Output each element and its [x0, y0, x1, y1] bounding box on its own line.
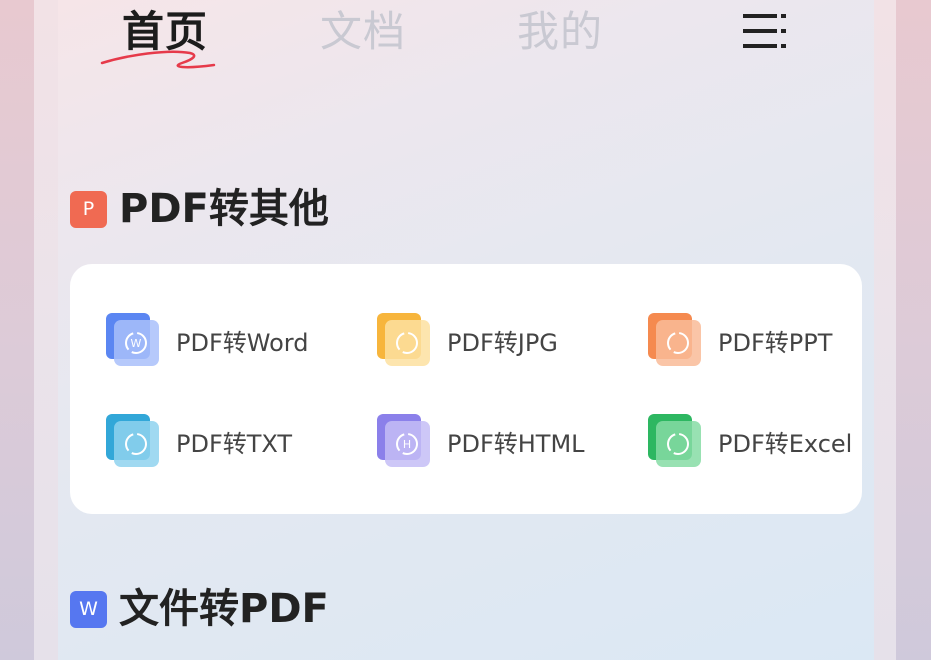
hamburger-menu-icon[interactable] — [741, 8, 789, 54]
html-convert-icon: H — [377, 414, 431, 468]
tool-label: PDF转PPT — [718, 328, 833, 357]
tool-label: PDF转HTML — [447, 429, 585, 458]
section-title: PDF转其他 — [119, 186, 329, 232]
txt-convert-icon — [106, 414, 160, 468]
pdf-conversion-card: W PDF转Word PDF转JPG PDF转PPT PDF转TXT H PDF… — [70, 264, 862, 514]
tab-mine[interactable]: 我的 — [517, 4, 603, 60]
tool-pdf-to-txt[interactable]: PDF转TXT — [106, 411, 292, 471]
tool-pdf-to-excel[interactable]: PDF转Excel — [648, 411, 852, 471]
tool-pdf-to-word[interactable]: W PDF转Word — [106, 310, 308, 370]
svg-text:W: W — [131, 337, 142, 350]
tool-pdf-to-html[interactable]: H PDF转HTML — [377, 411, 585, 471]
section-pdf-to-other-header: P PDF转其他 — [70, 186, 329, 232]
excel-convert-icon — [648, 414, 702, 468]
ppt-convert-icon — [648, 313, 702, 367]
tab-documents[interactable]: 文档 — [320, 4, 406, 60]
app-screen: 首页 文档 我的 P PDF转其他 W PDF转Word PDF转JPG PDF… — [58, 0, 874, 660]
tool-label: PDF转Excel — [718, 429, 853, 458]
pdf-badge-icon: P — [70, 190, 107, 228]
jpg-convert-icon — [377, 313, 431, 367]
word-convert-icon: W — [106, 313, 160, 367]
active-tab-underline — [100, 50, 216, 69]
word-badge-icon: W — [70, 590, 107, 628]
tool-pdf-to-jpg[interactable]: PDF转JPG — [377, 310, 558, 370]
tool-pdf-to-ppt[interactable]: PDF转PPT — [648, 310, 832, 370]
tool-label: PDF转TXT — [176, 429, 293, 458]
svg-text:H: H — [403, 438, 411, 451]
section-title: 文件转PDF — [119, 586, 329, 632]
section-file-to-pdf-header: W 文件转PDF — [70, 586, 329, 632]
tool-label: PDF转JPG — [447, 328, 558, 357]
tool-label: PDF转Word — [176, 328, 309, 357]
